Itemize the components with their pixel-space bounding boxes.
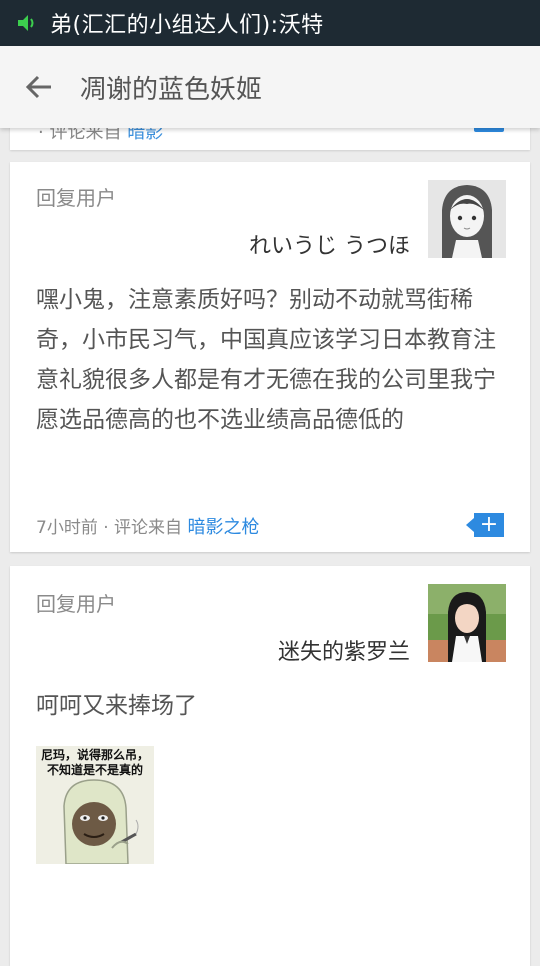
app-bar: 凋谢的蓝色妖姬 xyxy=(0,46,540,128)
comment-meta: 7小时前 · 评论来自 暗影之枪 xyxy=(36,517,260,538)
avatar[interactable] xyxy=(428,584,506,662)
back-arrow-icon[interactable] xyxy=(22,70,56,104)
avatar[interactable] xyxy=(428,180,506,258)
username[interactable]: 迷失的紫罗兰 xyxy=(278,634,410,666)
plus-icon: + xyxy=(479,512,499,537)
reply-button[interactable]: + xyxy=(466,512,504,537)
notification-text: 弟(汇汇的小组达人们):沃特 xyxy=(50,13,324,38)
reply-label: 回复用户 xyxy=(36,186,116,210)
comment-text: 嘿小鬼，注意素质好吗？别动不动就骂街稀奇，小市民习气，中国真应该学习日本教育注意… xyxy=(36,287,496,433)
sticker-image[interactable]: 尼玛，说得那么吊， 不知道是不是真的 xyxy=(36,746,154,864)
speaker-icon xyxy=(16,12,38,34)
username[interactable]: れいうじ うつほ xyxy=(249,228,410,260)
comment-time: 7小时前 xyxy=(36,518,98,538)
page-title: 凋谢的蓝色妖姬 xyxy=(80,74,263,105)
source-label: 评论来自 xyxy=(114,518,183,538)
source-link[interactable]: 暗影之枪 xyxy=(187,517,259,538)
comment-text: 呵呵又来捧场了 xyxy=(36,693,197,719)
comment-card: 回复用户 迷失的紫罗兰 呵呵又来捧场了 尼玛，说得那么吊， 不知道是不是真的 xyxy=(10,566,530,966)
sticker-caption: 尼玛，说得那么吊， 不知道是不是真的 xyxy=(40,748,149,777)
comment-card: 回复用户 れいうじ うつほ 嘿小鬼，注意素质好吗？别动不动就骂街稀奇，小市民习气… xyxy=(10,162,530,552)
status-bar: 弟(汇汇的小组达人们):沃特 xyxy=(0,0,540,46)
reply-label: 回复用户 xyxy=(36,592,116,616)
